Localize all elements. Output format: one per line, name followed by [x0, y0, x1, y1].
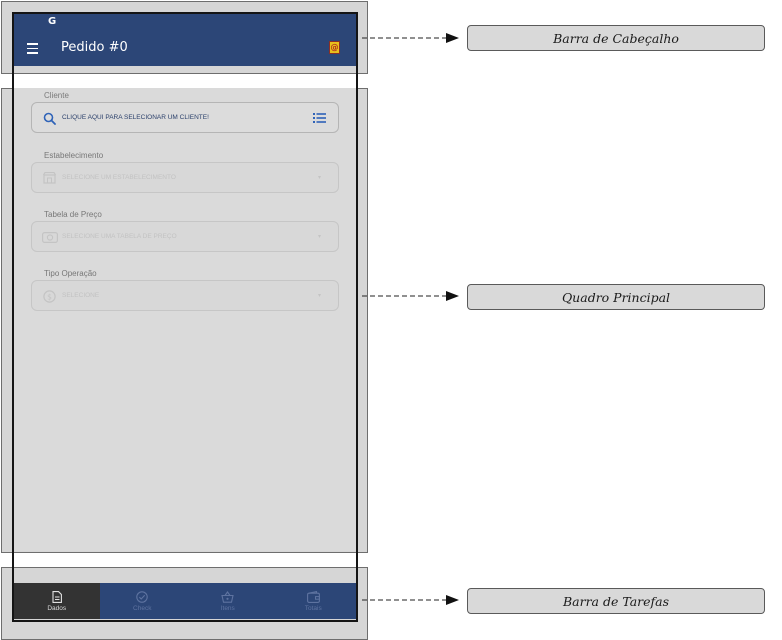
establishment-select-text: SELECIONE UM ESTABELECIMENTO: [62, 174, 176, 181]
taskbar-callout-text: Barra de Tarefas: [562, 593, 670, 609]
page-title: Pedido #0: [61, 40, 128, 55]
taskbar-callout: Barra de Tarefas: [467, 588, 765, 614]
main-panel: Cliente CLIQUE AQUI PARA SELECIONAR UM C…: [14, 88, 356, 551]
store-icon: [43, 172, 56, 184]
main-callout: Quadro Principal: [467, 284, 765, 310]
client-select-field[interactable]: CLIQUE AQUI PARA SELECIONAR UM CLIENTE!: [31, 102, 339, 133]
field-label-tabela-preco: Tabela de Preço: [44, 210, 102, 219]
main-connector-arrow: [362, 291, 459, 301]
field-label-estabelecimento: Estabelecimento: [44, 151, 104, 160]
app-logo: G: [48, 16, 57, 27]
tab-label: Dados: [47, 604, 67, 612]
tab-itens[interactable]: Itens: [185, 583, 271, 619]
main-callout-text: Quadro Principal: [561, 289, 671, 305]
list-icon[interactable]: [313, 113, 326, 123]
header-callout-text: Barra de Cabeçalho: [553, 30, 679, 46]
wallet-icon: [306, 590, 320, 603]
tab-check[interactable]: Check: [100, 583, 186, 619]
field-label-tipo-operacao: Tipo Operação: [44, 269, 97, 278]
header-bar: G Pedido #0 @: [14, 13, 356, 66]
svg-text:$: $: [47, 292, 52, 301]
operation-type-select-text: SELECIONE: [62, 292, 100, 299]
caret-down-icon: ▾: [318, 292, 322, 299]
avatar-glyph: @: [330, 43, 339, 52]
check-circle-icon: [136, 590, 148, 603]
tab-label: Totais: [304, 604, 322, 612]
money-icon: [42, 232, 58, 243]
basket-icon: [221, 590, 234, 603]
operation-type-select[interactable]: $ SELECIONE ▾: [31, 280, 339, 311]
caret-down-icon: ▾: [318, 233, 322, 240]
tab-totais[interactable]: Totais: [271, 583, 357, 619]
taskbar-connector-arrow: [362, 595, 459, 605]
tab-dados[interactable]: Dados: [14, 583, 100, 619]
tab-label: Itens: [220, 604, 235, 612]
task-bar: Dados Check Itens Totais: [14, 583, 356, 619]
establishment-select[interactable]: SELECIONE UM ESTABELECIMENTO ▾: [31, 162, 339, 193]
price-table-select[interactable]: SELECIONE UMA TABELA DE PREÇO ▾: [31, 221, 339, 252]
search-icon: [43, 112, 56, 125]
menu-icon[interactable]: [27, 43, 38, 55]
client-select-text: CLIQUE AQUI PARA SELECIONAR UM CLIENTE!: [62, 114, 209, 121]
header-connector-arrow: [362, 33, 459, 43]
document-icon: [52, 590, 62, 603]
tab-label: Check: [133, 604, 152, 612]
price-table-select-text: SELECIONE UMA TABELA DE PREÇO: [62, 233, 177, 240]
dollar-circle-icon: $: [43, 290, 56, 303]
avatar-icon[interactable]: @: [329, 41, 340, 54]
caret-down-icon: ▾: [318, 174, 322, 181]
field-label-cliente: Cliente: [44, 91, 69, 100]
header-callout: Barra de Cabeçalho: [467, 25, 765, 51]
